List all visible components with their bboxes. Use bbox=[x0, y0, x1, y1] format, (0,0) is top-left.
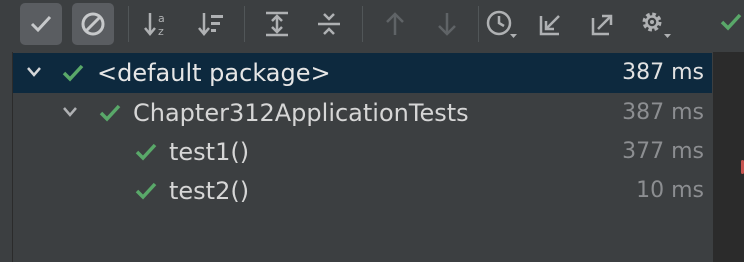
tree-node-test-method[interactable]: test2() 10 ms bbox=[13, 171, 712, 211]
svg-text:a: a bbox=[158, 12, 165, 25]
test-runner-toolbar: a z bbox=[0, 0, 744, 50]
sort-alpha-icon: a z bbox=[144, 12, 165, 38]
passed-check-icon bbox=[62, 64, 84, 82]
arrow-up-icon bbox=[386, 12, 404, 35]
expand-all-button[interactable] bbox=[256, 3, 298, 45]
export-icon bbox=[591, 14, 613, 36]
import-tests-button[interactable] bbox=[530, 3, 572, 45]
editor-edge bbox=[713, 52, 744, 262]
left-gutter bbox=[0, 52, 12, 262]
collapse-all-button[interactable] bbox=[308, 3, 350, 45]
tree-node-label: test2() bbox=[169, 177, 250, 205]
tree-node-label: test1() bbox=[169, 138, 250, 166]
tree-node-default-package[interactable]: <default package> 387 ms bbox=[13, 53, 712, 93]
test-results-tree: <default package> 387 ms Chapter312Appli… bbox=[12, 52, 712, 262]
svg-text:z: z bbox=[158, 25, 164, 38]
chevron-down-icon[interactable] bbox=[61, 105, 79, 119]
previous-failed-button[interactable] bbox=[374, 3, 416, 45]
gear-icon bbox=[642, 12, 671, 38]
test-history-button[interactable] bbox=[480, 3, 522, 45]
next-failed-button[interactable] bbox=[426, 3, 468, 45]
expand-all-icon bbox=[266, 11, 288, 37]
show-passed-button[interactable] bbox=[20, 3, 62, 45]
collapse-all-icon bbox=[318, 13, 340, 35]
tree-node-label: <default package> bbox=[97, 59, 331, 87]
sort-alphabetically-button[interactable]: a z bbox=[136, 3, 178, 45]
sort-duration-icon bbox=[198, 13, 223, 36]
duration-label: 377 ms bbox=[622, 139, 704, 164]
chevron-down-icon[interactable] bbox=[25, 65, 43, 79]
tree-node-test-method[interactable]: test1() 377 ms bbox=[13, 132, 712, 172]
import-icon bbox=[539, 15, 560, 36]
ban-icon bbox=[81, 12, 105, 36]
check-icon bbox=[30, 15, 52, 33]
arrow-down-icon bbox=[438, 13, 456, 36]
export-tests-button[interactable] bbox=[582, 3, 624, 45]
passed-check-icon bbox=[99, 104, 121, 122]
passed-status-icon bbox=[720, 13, 742, 31]
tree-node-test-class[interactable]: Chapter312ApplicationTests 387 ms bbox=[13, 93, 712, 133]
passed-check-icon bbox=[135, 182, 157, 200]
duration-label: 387 ms bbox=[622, 100, 704, 125]
duration-label: 387 ms bbox=[622, 60, 704, 85]
show-ignored-button[interactable] bbox=[72, 3, 114, 45]
settings-button[interactable] bbox=[634, 3, 676, 45]
tree-node-label: Chapter312ApplicationTests bbox=[133, 99, 469, 127]
duration-label: 10 ms bbox=[636, 178, 704, 203]
clock-icon bbox=[486, 10, 517, 38]
passed-check-icon bbox=[135, 143, 157, 161]
sort-by-duration-button[interactable] bbox=[190, 3, 232, 45]
